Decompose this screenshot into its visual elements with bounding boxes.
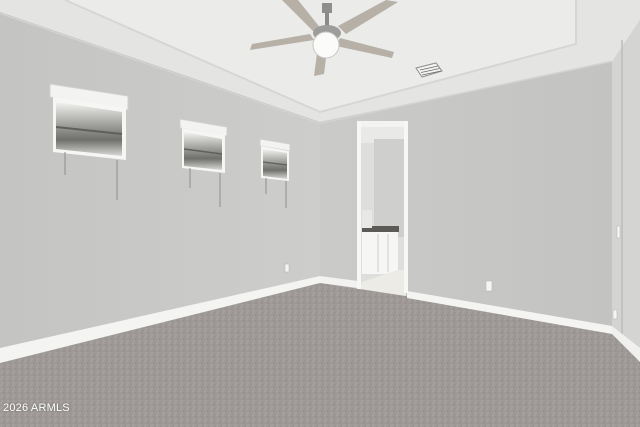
- wall-outlet-left: [284, 263, 290, 273]
- bathroom-doorway: [357, 121, 408, 296]
- room-photo: 2026 ARMLS: [0, 0, 640, 427]
- fan-light: [312, 31, 340, 59]
- room-illustration: [0, 0, 640, 427]
- listing-watermark: 2026 ARMLS: [3, 402, 70, 414]
- wall-outlet-back: [485, 280, 493, 292]
- bathroom-vanity: [362, 230, 398, 274]
